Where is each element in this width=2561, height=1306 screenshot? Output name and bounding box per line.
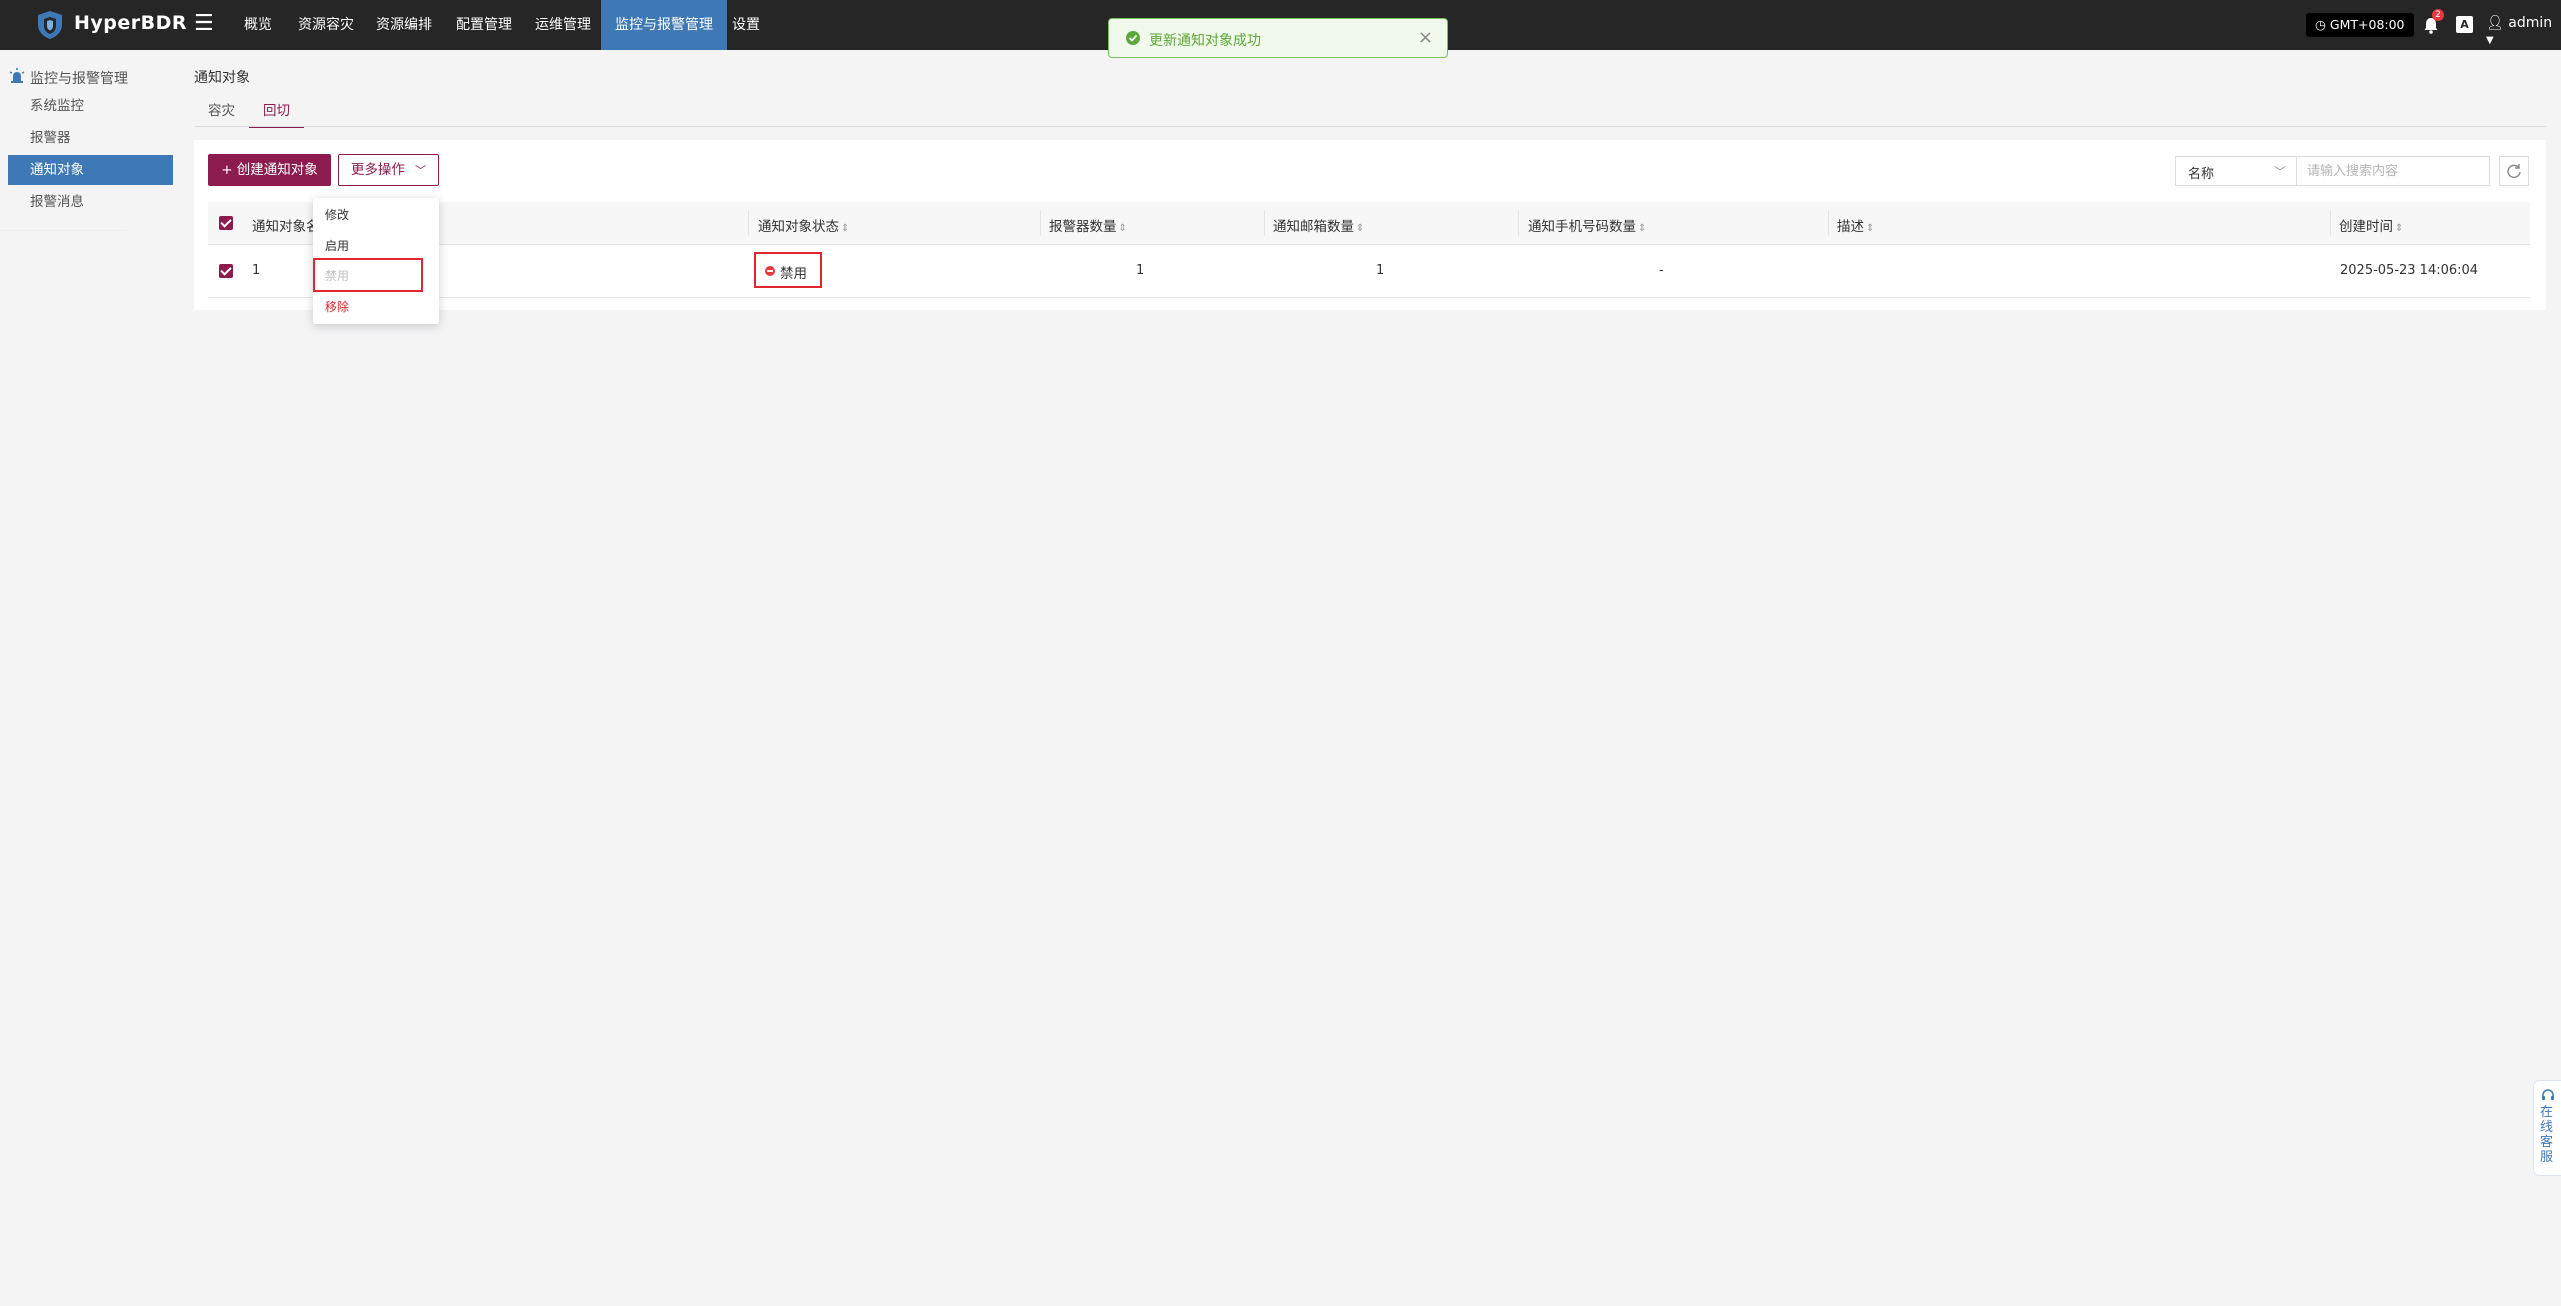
language-icon[interactable]: A: [2456, 16, 2473, 33]
column-divider: [1264, 210, 1265, 236]
column-header-created-at[interactable]: 创建时间 ⇕: [2339, 215, 2403, 235]
alarm-light-icon: [9, 68, 25, 83]
column-header-alarm-count[interactable]: 报警器数量 ⇕: [1049, 215, 1127, 235]
nav-item-config[interactable]: 配置管理: [442, 0, 526, 50]
chevron-down-icon: ﹀: [415, 164, 427, 177]
nav-item-monitoring[interactable]: 监控与报警管理: [601, 0, 727, 50]
column-header-email-count[interactable]: 通知邮箱数量 ⇕: [1273, 215, 1364, 235]
column-header-phone-count[interactable]: 通知手机号码数量 ⇕: [1528, 215, 1646, 235]
sidebar-item-system-monitor[interactable]: 系统监控: [8, 91, 173, 121]
menu-toggle-icon[interactable]: ☰: [194, 11, 214, 36]
toast-message: 更新通知对象成功: [1149, 33, 1261, 49]
sidebar-section-title: 监控与报警管理: [30, 71, 128, 87]
sidebar-item-alarm-messages[interactable]: 报警消息: [8, 187, 173, 217]
chevron-down-icon: ﹀: [2273, 165, 2286, 179]
disabled-status-icon: [765, 266, 775, 276]
create-notify-target-button[interactable]: + 创建通知对象: [208, 154, 331, 186]
username: admin: [2508, 15, 2553, 31]
nav-item-ops[interactable]: 运维管理: [521, 0, 605, 50]
brand-name: HyperBDR: [74, 12, 188, 34]
close-icon[interactable]: ×: [1418, 27, 1433, 48]
sidebar-section-header[interactable]: 监控与报警管理: [8, 66, 178, 88]
hyperbdr-logo-icon: [38, 11, 62, 39]
user-menu[interactable]: 👤︎ admin ▼: [2486, 15, 2561, 47]
table-header: 通知对象名称 通知对象状态 ⇕ 报警器数量 ⇕ 通知邮箱数量 ⇕ 通知手机号码数量 ⇕ …: [208, 202, 2530, 245]
timezone-badge[interactable]: ◷ GMT+08:00: [2306, 13, 2414, 37]
success-toast: 更新通知对象成功 ×: [1108, 18, 1448, 58]
more-actions-button[interactable]: 更多操作 ﹀: [338, 154, 439, 186]
nav-item-orchestration[interactable]: 资源编排: [362, 0, 446, 50]
tab-dr[interactable]: 容灾: [194, 100, 249, 126]
sort-icon: ⇕: [841, 223, 850, 234]
clock-icon: ◷: [2315, 17, 2326, 32]
sort-icon: ⇕: [2395, 223, 2404, 234]
menu-item-remove[interactable]: 移除: [313, 292, 439, 322]
column-divider: [1828, 210, 1829, 236]
sidebar-item-alarms[interactable]: 报警器: [8, 123, 173, 153]
cell-created-at: 2025-05-23 14:06:04: [2340, 263, 2479, 278]
notification-badge: 2: [2432, 9, 2444, 21]
caret-down-icon: ▼: [2486, 35, 2494, 46]
filter-select[interactable]: 名称 ﹀: [2175, 156, 2297, 186]
cell-email-count: 1: [1376, 263, 1385, 278]
check-circle-icon: [1126, 31, 1140, 45]
sort-icon: ⇕: [1638, 223, 1647, 234]
headset-icon: [2542, 1089, 2554, 1100]
menu-item-edit[interactable]: 修改: [313, 200, 439, 230]
search-input[interactable]: [2297, 156, 2490, 186]
column-divider: [1040, 210, 1041, 236]
status-cell: 禁用: [754, 252, 822, 288]
tab-divider: [194, 126, 2546, 127]
user-icon: 👤︎: [2486, 15, 2504, 31]
table-row[interactable]: 1 1 1 - 2025-05-23 14:06:04: [208, 245, 2530, 298]
row-checkbox[interactable]: [219, 264, 233, 278]
cell-phone-count: -: [1659, 263, 1664, 278]
refresh-icon: [2507, 164, 2521, 178]
dropdown-divider: [0, 230, 126, 231]
column-header-description[interactable]: 描述 ⇕: [1837, 215, 1874, 235]
online-support-widget[interactable]: 在线客服: [2533, 1080, 2561, 1176]
column-divider: [2330, 210, 2331, 236]
refresh-button[interactable]: [2499, 156, 2529, 186]
timezone-label: GMT+08:00: [2329, 17, 2405, 32]
cell-name[interactable]: 1: [252, 263, 260, 278]
nav-item-resource-dr[interactable]: 资源容灾: [284, 0, 368, 50]
nav-item-overview[interactable]: 概览: [230, 0, 286, 50]
nav-item-settings[interactable]: 设置: [718, 0, 774, 50]
more-actions-dropdown: 修改 启用 禁用 移除: [313, 198, 439, 324]
online-support-label: 在线客服: [2540, 1105, 2554, 1165]
more-actions-label: 更多操作: [350, 162, 405, 178]
tab-failback[interactable]: 回切: [249, 100, 304, 128]
sort-icon: ⇕: [1118, 223, 1127, 234]
column-divider: [748, 210, 749, 236]
menu-item-disable: 禁用: [325, 269, 350, 283]
select-all-checkbox[interactable]: [219, 216, 233, 230]
sort-icon: ⇕: [1356, 223, 1365, 234]
filter-select-value: 名称: [2188, 167, 2215, 182]
page-title: 通知对象: [194, 70, 250, 86]
status-text: 禁用: [780, 266, 807, 282]
sort-icon: ⇕: [1866, 223, 1875, 234]
sidebar-item-notify-targets[interactable]: 通知对象: [8, 155, 173, 185]
column-header-status[interactable]: 通知对象状态 ⇕: [758, 215, 849, 235]
column-divider: [1518, 210, 1519, 236]
menu-item-enable[interactable]: 启用: [313, 231, 439, 261]
cell-alarm-count: 1: [1136, 263, 1145, 278]
